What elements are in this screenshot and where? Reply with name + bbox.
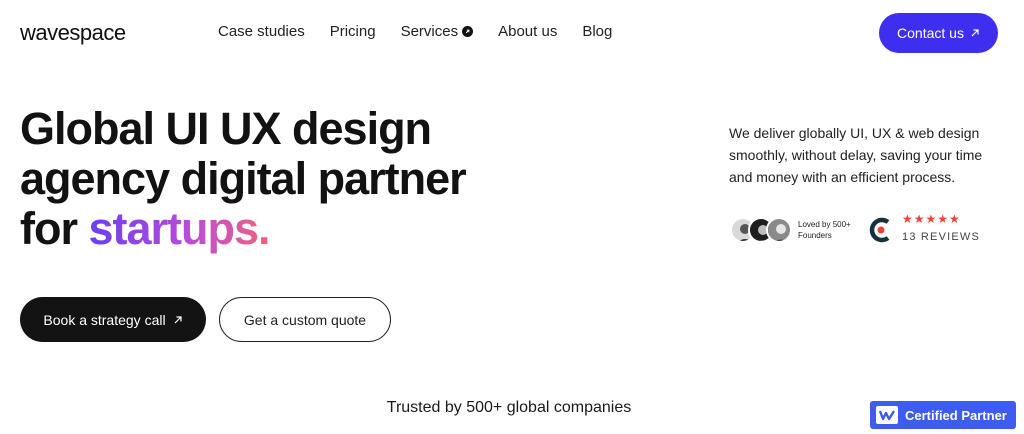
founder-avatars [730,217,792,243]
reviews-count: 13 REVIEWS [902,231,981,243]
arrow-icon [462,26,474,37]
avatar [766,217,792,243]
arrow-up-right-icon [971,29,979,37]
certified-partner-badge[interactable]: Certified Partner [870,401,1016,429]
trusted-by-text: Trusted by 500+ global companies [386,399,632,416]
contact-us-button[interactable]: Contact us [879,13,998,53]
loved-by-text: Loved by 500+ Founders [798,219,851,241]
nav-label: Pricing [329,23,376,40]
button-label: Get a custom quote [243,311,367,328]
nav-label: Services [400,23,459,40]
hero-description: We deliver globally UI, UX & web design … [729,125,983,185]
loved-line: Loved by 500+ [798,220,851,229]
webflow-icon [876,406,898,424]
hero-title-highlight: startups. [88,203,271,254]
nav-label: About us [498,23,558,40]
get-custom-quote-button[interactable]: Get a custom quote [219,297,391,342]
rating-stars: ★★★★★ [902,212,961,226]
book-strategy-call-button[interactable]: Book a strategy call [20,297,206,342]
logo[interactable]: wavespace [20,20,126,46]
nav-label: Blog [582,23,613,40]
nav-label: Case studies [218,23,305,40]
hero-title-line: Global UI UX design [20,103,432,154]
loved-line: Founders [798,231,832,240]
hero-title-line: agency digital partner [20,153,467,204]
nav-pricing[interactable]: Pricing [330,23,376,40]
button-label: Book a strategy call [43,311,166,328]
nav-blog[interactable]: Blog [582,23,612,40]
hero-title-prefix: for [20,203,89,254]
nav-case-studies[interactable]: Case studies [218,23,305,40]
badge-label: Certified Partner [905,407,1007,423]
nav-services[interactable]: Services [401,23,474,40]
arrow-up-right-icon [174,315,182,323]
hero-title: Global UI UX design agency digital partn… [20,103,467,254]
hero-title-line: for startups. [20,204,466,254]
clutch-logo-icon [869,217,890,243]
nav-about-us[interactable]: About us [498,23,557,40]
contact-label: Contact us [897,25,964,41]
main-nav: Case studies Pricing Services About us B… [218,23,637,40]
